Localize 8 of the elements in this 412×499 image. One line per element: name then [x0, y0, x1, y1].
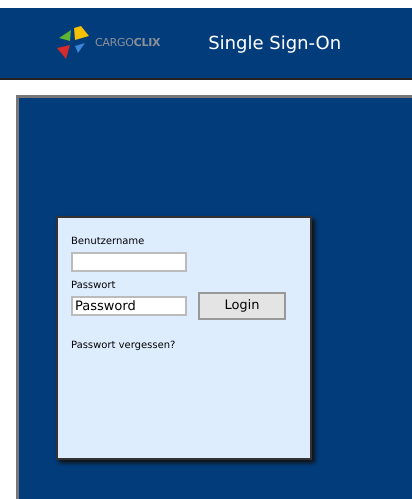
password-label: Passwort — [71, 280, 116, 292]
brand-logo-text: CARGOCLIX — [95, 34, 160, 51]
username-field[interactable] — [71, 252, 187, 272]
username-label: Benutzername — [71, 236, 146, 248]
page-title: Single Sign-On — [208, 32, 342, 56]
login-button[interactable]: Login — [198, 292, 286, 320]
forgot-password-link[interactable]: Passwort vergessen? — [71, 338, 310, 353]
password-field[interactable]: Password — [71, 296, 187, 316]
